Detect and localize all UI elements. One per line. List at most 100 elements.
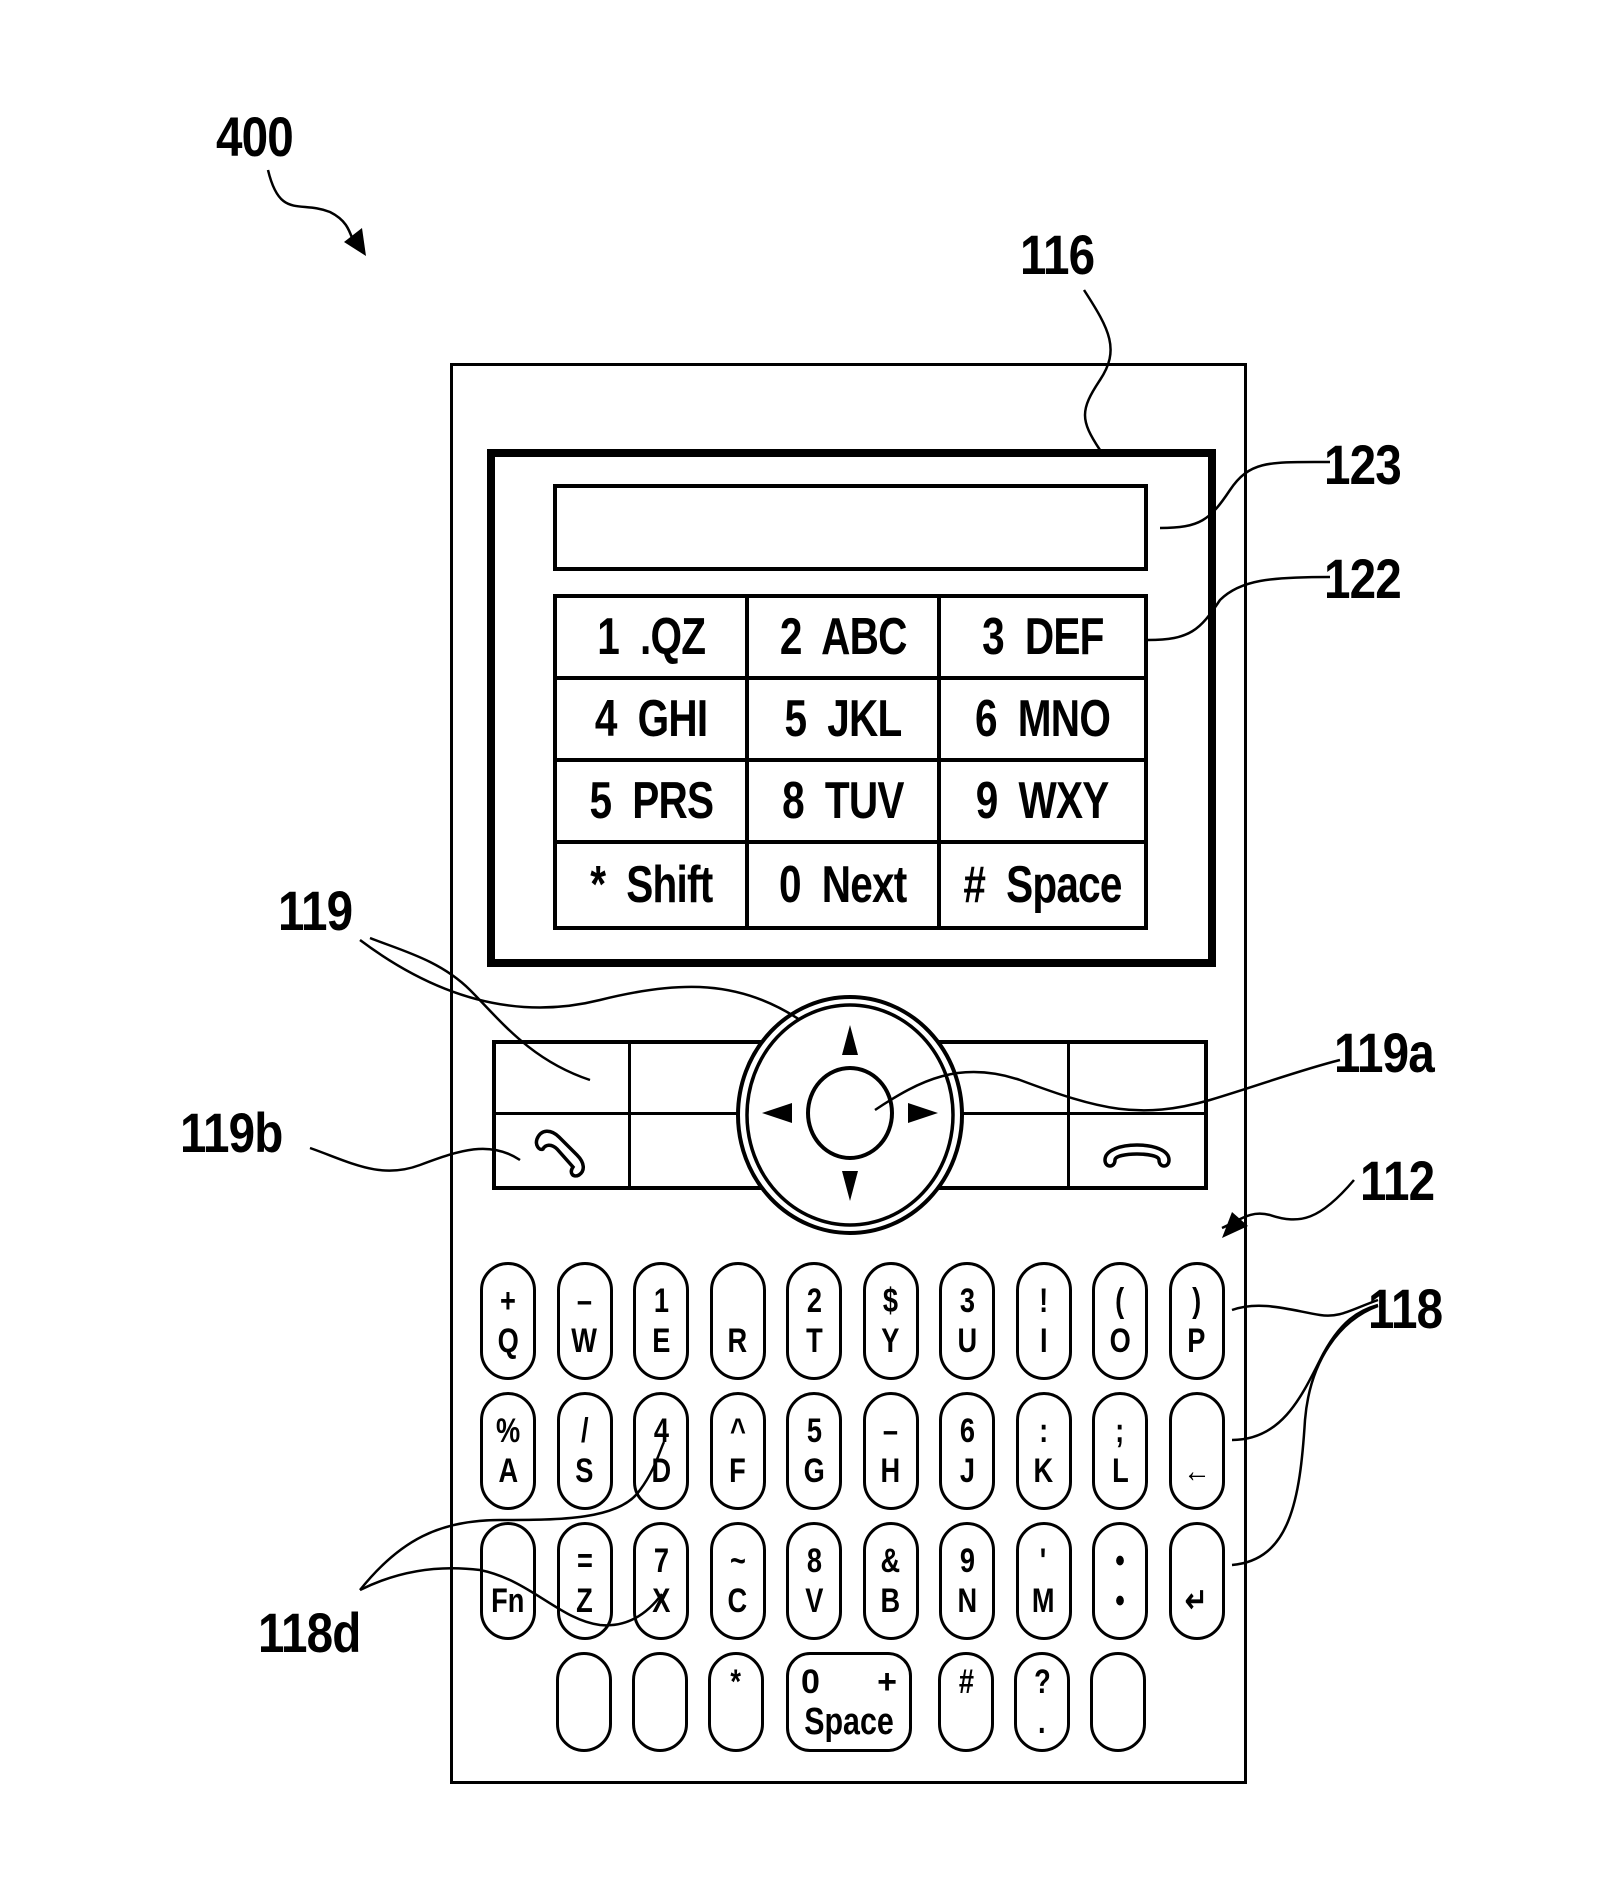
key-bottom-label: E [651, 1322, 671, 1360]
key-top-label: 7 [653, 1542, 669, 1580]
key-bottom-label [580, 1702, 588, 1742]
key-top-label: ( [1115, 1282, 1125, 1320]
virtual-key-label: 4 GHI [594, 690, 708, 748]
key-row3-4[interactable]: 8V [786, 1522, 842, 1640]
virtual-key-8[interactable]: 9 WXY [940, 762, 1144, 844]
nav-center-select-button[interactable] [806, 1066, 894, 1160]
key-row1-8[interactable]: (O [1092, 1262, 1148, 1380]
key-row3-9[interactable]: ↵ [1168, 1522, 1225, 1640]
key-bottom-label: V [804, 1582, 824, 1620]
key-top-label: ~ [729, 1542, 746, 1580]
key-row2-6[interactable]: 6J [939, 1392, 995, 1510]
key-row4-0[interactable] [556, 1652, 612, 1752]
key-row3-7[interactable]: ' M [1015, 1522, 1072, 1640]
virtual-key-5[interactable]: 6 MNO [940, 680, 1144, 762]
key-row1-3[interactable]: R [709, 1262, 766, 1380]
key-bottom-label: I [1039, 1322, 1048, 1360]
key-bottom-label: X [651, 1582, 671, 1620]
key-row2-8[interactable]: ; L [1092, 1392, 1148, 1510]
key-row3-0[interactable]: Fn [480, 1522, 536, 1640]
arrowhead-400 [344, 228, 366, 256]
soft-key-left-1[interactable] [496, 1044, 631, 1115]
virtual-key-label: * Shift [589, 856, 713, 914]
key-bottom-label: N [957, 1582, 977, 1620]
key-bottom-label: Space [804, 1701, 894, 1743]
ref-label-118: 118 [1368, 1277, 1443, 1340]
key-bottom-label [962, 1702, 970, 1742]
key-bottom-label: G [803, 1452, 825, 1490]
virtual-key-11[interactable]: # Space [941, 844, 1144, 926]
space-key[interactable]: 0 + Space [786, 1652, 912, 1752]
call-end-button[interactable] [1070, 1115, 1204, 1186]
virtual-key-9[interactable]: * Shift [557, 844, 749, 926]
virtual-key-label: 5 JKL [784, 690, 902, 748]
key-row4-2[interactable]: * [708, 1652, 764, 1752]
call-send-button[interactable] [496, 1115, 631, 1186]
key-row1-2[interactable]: 1E [633, 1262, 689, 1380]
key-row3-2[interactable]: 7X [633, 1522, 689, 1640]
text-input-window[interactable] [553, 484, 1148, 571]
key-row4-5[interactable]: ?. [1014, 1652, 1070, 1752]
leader-118-c [1231, 1304, 1379, 1567]
key-row2-7[interactable]: :K [1015, 1392, 1072, 1510]
key-row4-4[interactable]: # [938, 1652, 994, 1752]
key-row2-9[interactable]: ← [1168, 1392, 1225, 1510]
virtual-key-6[interactable]: 5 PRS [557, 762, 749, 844]
navigation-dpad[interactable] [730, 995, 970, 1235]
key-bottom-label: A [498, 1452, 518, 1490]
key-top-label [1114, 1662, 1122, 1702]
key-top-label: – [882, 1412, 899, 1450]
key-row3-1[interactable]: = Z [556, 1522, 613, 1640]
key-row3-3[interactable]: ~ C [709, 1522, 766, 1640]
key-row2-3[interactable]: ^ F [709, 1392, 766, 1510]
key-top-label: – [576, 1282, 593, 1320]
key-row4-1[interactable] [632, 1652, 688, 1752]
key-row1-5[interactable]: $ Y [862, 1262, 919, 1380]
virtual-key-0[interactable]: 1 .QZ [557, 598, 749, 680]
key-top-label: 9 [959, 1542, 975, 1580]
key-top-label: • [1115, 1542, 1125, 1580]
key-top-label: 5 [806, 1412, 822, 1450]
key-row2-4[interactable]: 5G [786, 1392, 842, 1510]
key-bottom-label: C [727, 1582, 748, 1620]
key-row1-4[interactable]: 2T [786, 1262, 842, 1380]
key-row1-0[interactable]: + Q [480, 1262, 536, 1380]
virtual-key-7[interactable]: 8 TUV [748, 762, 941, 844]
key-top-label: * [730, 1663, 742, 1701]
key-bottom-label: H [880, 1452, 901, 1490]
leader-400 [266, 169, 358, 249]
key-row2-0[interactable]: % A [480, 1392, 536, 1510]
key-row1-9[interactable]: ) P [1168, 1262, 1225, 1380]
leader-118-a [1231, 1298, 1379, 1317]
key-row3-6[interactable]: 9N [939, 1522, 995, 1640]
soft-key-right-2[interactable] [1070, 1044, 1204, 1115]
key-bottom-label: W [571, 1322, 598, 1360]
key-top-label: : [1038, 1412, 1049, 1450]
key-bottom-label: O [1109, 1322, 1131, 1360]
virtual-key-label: # Space [963, 856, 1122, 914]
virtual-key-4[interactable]: 5 JKL [748, 680, 941, 762]
key-bottom-label: B [880, 1582, 901, 1620]
key-row1-7[interactable]: ! I [1015, 1262, 1072, 1380]
key-bottom-label: K [1033, 1452, 1054, 1490]
key-row1-1[interactable]: – W [556, 1262, 613, 1380]
virtual-key-1[interactable]: 2 ABC [748, 598, 941, 680]
key-row2-2[interactable]: 4D [633, 1392, 689, 1510]
key-top-label [1193, 1411, 1201, 1451]
key-row2-1[interactable]: / S [556, 1392, 613, 1510]
key-bottom-label: S [575, 1452, 594, 1490]
virtual-key-label: 2 ABC [779, 608, 908, 666]
key-bottom-label: P [1187, 1322, 1206, 1360]
key-top-label: ; [1115, 1412, 1125, 1450]
key-row2-5[interactable]: – H [862, 1392, 919, 1510]
virtual-key-3[interactable]: 4 GHI [557, 680, 749, 762]
key-bottom-label: L [1111, 1452, 1129, 1490]
key-row3-5[interactable]: & B [862, 1522, 919, 1640]
key-row1-6[interactable]: 3U [939, 1262, 995, 1380]
virtual-key-10[interactable]: 0 Next [749, 844, 941, 926]
ref-label-122: 122 [1324, 547, 1402, 610]
virtual-key-2[interactable]: 3 DEF [940, 598, 1144, 680]
key-row3-8[interactable]: • • [1092, 1522, 1148, 1640]
key-row4-6[interactable] [1090, 1652, 1146, 1752]
ref-label-118d: 118d [258, 1601, 361, 1664]
